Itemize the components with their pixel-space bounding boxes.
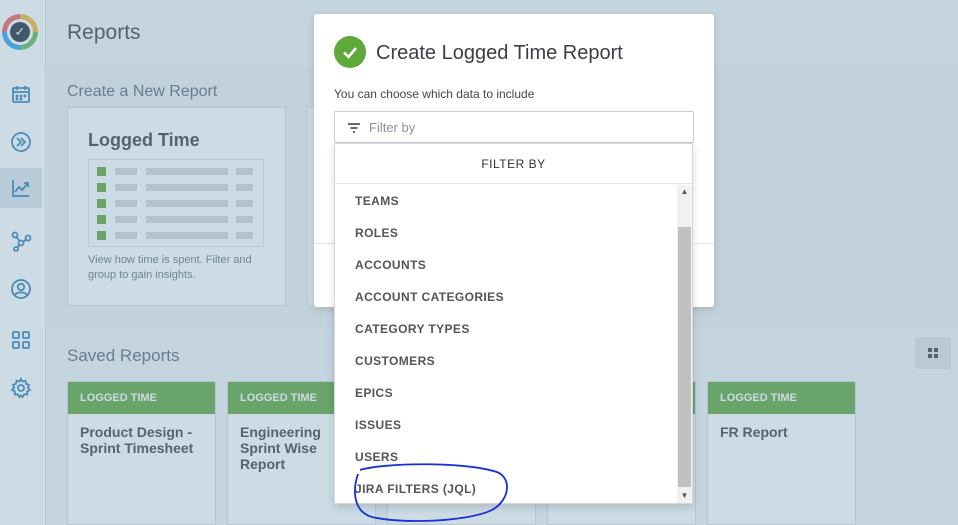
modal-title: Create Logged Time Report [376, 42, 623, 64]
filter-option-accounts[interactable]: ACCOUNTS [335, 249, 677, 281]
scroll-thumb[interactable] [678, 227, 691, 487]
filter-option-roles[interactable]: ROLES [335, 217, 677, 249]
scroll-up-arrow-icon[interactable]: ▲ [677, 185, 692, 199]
dropdown-header: FILTER BY [335, 144, 692, 184]
modal-subtitle: You can choose which data to include [334, 87, 535, 101]
success-check-icon [334, 36, 366, 68]
filter-option-epics[interactable]: EPICS [335, 377, 677, 409]
filter-option-category-types[interactable]: CATEGORY TYPES [335, 313, 677, 345]
dropdown-list: TEAMS ROLES ACCOUNTS ACCOUNT CATEGORIES … [335, 185, 677, 505]
filter-option-account-categories[interactable]: ACCOUNT CATEGORIES [335, 281, 677, 313]
dropdown-scrollbar[interactable]: ▲ ▼ [677, 185, 692, 503]
filter-option-customers[interactable]: CUSTOMERS [335, 345, 677, 377]
filter-option-teams[interactable]: TEAMS [335, 185, 677, 217]
filter-icon [348, 123, 360, 133]
filter-option-jira-filters[interactable]: JIRA FILTERS (JQL) [335, 473, 677, 505]
filter-option-users[interactable]: USERS [335, 441, 677, 473]
filter-by-field[interactable] [334, 111, 694, 143]
scroll-down-arrow-icon[interactable]: ▼ [677, 489, 692, 503]
filter-option-issues[interactable]: ISSUES [335, 409, 677, 441]
filter-by-dropdown: FILTER BY TEAMS ROLES ACCOUNTS ACCOUNT C… [334, 143, 693, 504]
filter-by-input[interactable] [369, 112, 669, 142]
